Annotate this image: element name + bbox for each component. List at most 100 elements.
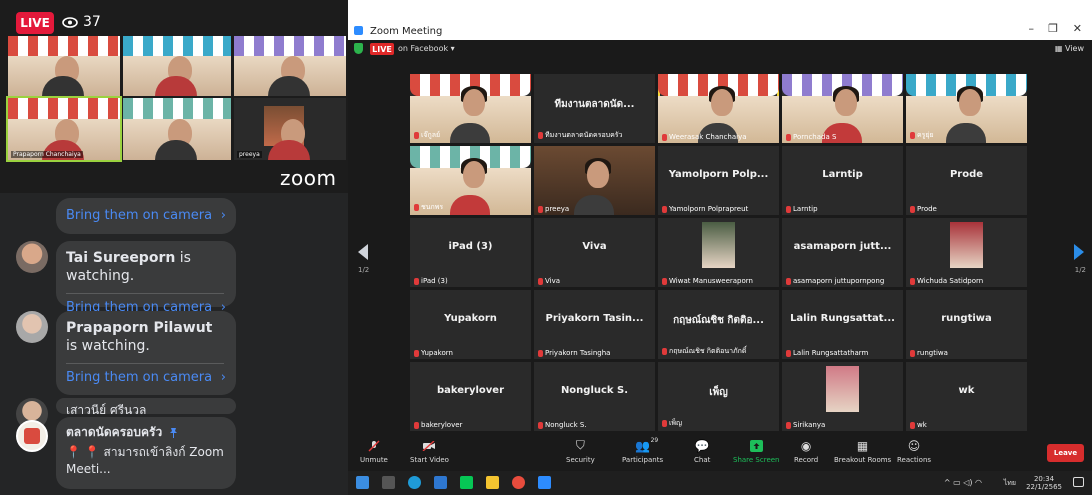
- zoom-meeting-window: Zoom Meeting – ❐ ✕ LIVE on Facebook ▾ ▦ …: [348, 22, 1092, 495]
- viewer-name[interactable]: เสาวนีย์ ศรีนวล: [56, 398, 236, 414]
- participant-display-name: iPad (3): [448, 241, 493, 252]
- participant-tile[interactable]: Weerasak Chanchaiya: [658, 74, 779, 143]
- participant-name: asamaporn juttupornpong: [793, 277, 885, 285]
- preview-tile: [123, 36, 231, 96]
- participant-tile[interactable]: preeya: [534, 146, 655, 215]
- minimize-icon[interactable]: –: [1029, 22, 1035, 35]
- participant-display-name: Lalin Rungsattat...: [790, 313, 895, 324]
- participant-tile[interactable]: Priyakorn Tasin... Priyakorn Tasingha: [534, 290, 655, 359]
- participant-tile[interactable]: ครูยุ่ย: [906, 74, 1027, 143]
- participant-tile[interactable]: กฤษณ์ณชิช กิตติอ... กฤษณ์ณชิช กิตติอนาภัก…: [658, 290, 779, 359]
- caret-down-icon: ▾: [450, 44, 455, 53]
- viewer-count: 37: [62, 14, 101, 30]
- share-screen-button[interactable]: Share Screen: [733, 439, 780, 464]
- participant-tile[interactable]: Viva Viva: [534, 218, 655, 287]
- viewer-name[interactable]: Tai Sureeporn: [66, 250, 175, 266]
- view-button[interactable]: ▦ View: [1055, 44, 1084, 53]
- event-card: Prapaporn Pilawut is watching. Bring the…: [56, 311, 236, 395]
- breakout-rooms-button[interactable]: ▦ Breakout Rooms: [834, 438, 891, 465]
- participant-tile[interactable]: เพ็ญ เพ็ญ: [658, 362, 779, 431]
- participant-tile[interactable]: Pornchada S: [782, 74, 903, 143]
- live-badge[interactable]: LIVE: [370, 43, 394, 55]
- participant-tile[interactable]: Prode Prode: [906, 146, 1027, 215]
- participant-tile[interactable]: ทีมงานตลาดนัด... ทีมงานตลาดนัดครอบครัว: [534, 74, 655, 143]
- live-target-dropdown[interactable]: on Facebook ▾: [398, 44, 455, 53]
- reactions-button[interactable]: ☺ Reactions: [897, 438, 931, 465]
- participant-name-tag: เจ๊กูลย์: [414, 130, 440, 141]
- record-icon: ◉: [800, 438, 812, 453]
- chat-button[interactable]: 💬 Chat: [694, 439, 711, 465]
- participant-tile[interactable]: rungtiwa rungtiwa: [906, 290, 1027, 359]
- leave-button[interactable]: Leave: [1047, 444, 1084, 462]
- participant-tile[interactable]: Larntip Larntip: [782, 146, 903, 215]
- edge-icon[interactable]: [408, 476, 421, 489]
- participant-name-tag: Sirikanya: [786, 421, 825, 429]
- input-language[interactable]: ไทย: [1004, 478, 1016, 489]
- unmute-label: Unmute: [360, 456, 388, 464]
- close-icon[interactable]: ✕: [1073, 22, 1082, 35]
- unmute-button[interactable]: Unmute: [360, 439, 388, 464]
- participant-tile[interactable]: bakerylover bakerylover: [410, 362, 531, 431]
- windows-taskbar: ^ ▭ ◁) ◠ ไทย 20:34 22/1/2565: [348, 471, 1092, 495]
- chat-label: Chat: [694, 456, 711, 464]
- file-explorer-icon[interactable]: [486, 476, 499, 489]
- participant-face: [959, 89, 982, 117]
- participant-name-tag: ครูยุ่ย: [910, 130, 934, 141]
- window-titlebar: Zoom Meeting – ❐ ✕: [348, 22, 1092, 40]
- page-avatar[interactable]: [16, 420, 48, 452]
- windows-start-icon[interactable]: [356, 476, 369, 489]
- notifications-icon[interactable]: [1073, 477, 1084, 487]
- muted-mic-icon: [414, 349, 419, 357]
- pinned-header: ตลาดนัดครอบครัว: [56, 417, 236, 441]
- muted-mic-icon: [786, 205, 791, 213]
- participant-name-tag: wk: [910, 421, 927, 429]
- participant-tile[interactable]: Lalin Rungsattat... Lalin Rungsattatharm: [782, 290, 903, 359]
- task-view-icon[interactable]: [382, 476, 395, 489]
- participant-tile[interactable]: Yupakorn Yupakorn: [410, 290, 531, 359]
- breakout-rooms-icon: ▦: [856, 438, 869, 453]
- muted-mic-icon: [414, 204, 419, 211]
- record-button[interactable]: ◉ Record: [794, 438, 818, 465]
- store-icon[interactable]: [434, 476, 447, 489]
- participant-tile[interactable]: ชนกพร: [410, 146, 531, 215]
- participant-tile[interactable]: Sirikanya: [782, 362, 903, 431]
- bring-on-camera-link[interactable]: Bring them on camera ›: [56, 364, 236, 393]
- next-page-icon[interactable]: [1074, 244, 1084, 260]
- participant-tile[interactable]: asamaporn jutt... asamaporn juttupornpong: [782, 218, 903, 287]
- chrome-icon[interactable]: [512, 476, 525, 489]
- reactions-icon: ☺: [907, 438, 921, 453]
- viewer-name[interactable]: Prapaporn Pilawut: [66, 320, 212, 336]
- participant-tile[interactable]: Wichuda Satidporn: [906, 218, 1027, 287]
- participant-tile[interactable]: wk wk: [906, 362, 1027, 431]
- profile-photo: [701, 222, 735, 268]
- participant-name: Viva: [545, 277, 561, 285]
- zoom-taskbar-icon[interactable]: [538, 476, 551, 489]
- participant-name: Yamolporn Polprapreut: [669, 205, 749, 213]
- muted-mic-icon: [786, 421, 791, 429]
- restore-icon[interactable]: ❐: [1048, 22, 1058, 35]
- participant-name-tag: bakerylover: [414, 421, 462, 429]
- avatar[interactable]: [16, 241, 48, 273]
- participant-name: ชนกพร: [421, 203, 444, 211]
- previous-page-icon[interactable]: [358, 244, 368, 260]
- participant-tile[interactable]: เจ๊กูลย์: [410, 74, 531, 143]
- participant-tile[interactable]: Yamolporn Polp... Yamolporn Polprapreut: [658, 146, 779, 215]
- participant-tile[interactable]: Nongluck S. Nongluck S.: [534, 362, 655, 431]
- bring-on-camera-link[interactable]: Bring them on camera ›: [56, 198, 236, 231]
- participant-name-tag: Pornchada S: [786, 133, 836, 141]
- participant-name-tag: iPad (3): [414, 277, 448, 285]
- participant-tile[interactable]: iPad (3) iPad (3): [410, 218, 531, 287]
- clock[interactable]: 20:34 22/1/2565: [1026, 475, 1062, 491]
- participant-name: Larntip: [793, 205, 818, 213]
- profile-photo: [825, 366, 859, 412]
- participants-button[interactable]: 👥 29 Participants: [622, 437, 663, 464]
- security-button[interactable]: ⛉ Security: [566, 438, 595, 464]
- line-icon[interactable]: [460, 476, 473, 489]
- shield-icon[interactable]: [354, 43, 363, 54]
- system-tray-icons[interactable]: ^ ▭ ◁) ◠: [944, 478, 982, 487]
- market-awning-background: [123, 36, 231, 57]
- participant-tile[interactable]: Wiwat Manusweeraporn: [658, 218, 779, 287]
- pinned-author[interactable]: ตลาดนัดครอบครัว: [66, 423, 162, 441]
- start-video-button[interactable]: Start Video: [410, 439, 449, 464]
- avatar[interactable]: [16, 311, 48, 343]
